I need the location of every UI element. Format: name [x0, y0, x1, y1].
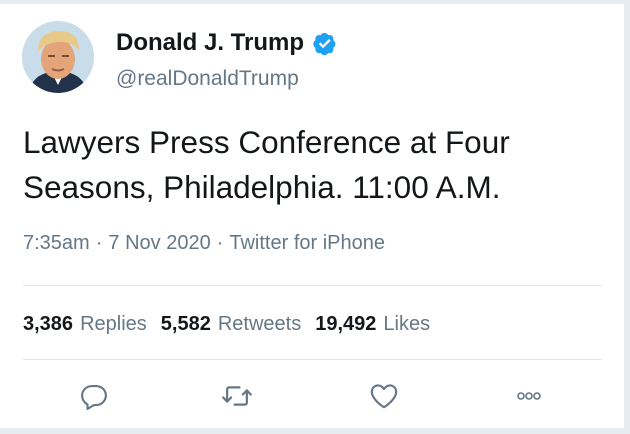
avatar-image	[22, 21, 94, 93]
retweet-icon	[222, 386, 252, 406]
tweet-card: Donald J. Trump @realDonaldTrump Lawyers…	[0, 4, 625, 428]
username-handle[interactable]: @realDonaldTrump	[116, 67, 299, 91]
tweet-source[interactable]: Twitter for iPhone	[229, 232, 385, 254]
more-options-icon	[517, 392, 541, 400]
tweet-text: Lawyers Press Conference at Four Seasons…	[23, 124, 510, 205]
more-options-button[interactable]	[511, 378, 547, 414]
replies-count[interactable]: 3,386	[23, 313, 73, 336]
reply-icon	[81, 384, 107, 411]
divider	[23, 359, 602, 360]
like-heart-icon	[370, 384, 398, 409]
reply-button[interactable]	[76, 378, 112, 414]
like-button[interactable]	[366, 378, 402, 414]
avatar[interactable]	[22, 21, 94, 93]
divider	[23, 285, 602, 286]
tweet-actions-bar	[0, 378, 624, 414]
engagement-stats: 3,386 Replies 5,582 Retweets 19,492 Like…	[23, 313, 444, 336]
replies-label[interactable]: Replies	[80, 313, 147, 336]
tweet-time[interactable]: 7:35am	[23, 232, 90, 254]
likes-count[interactable]: 19,492	[315, 313, 376, 336]
author-name-row: Donald J. Trump	[116, 28, 337, 58]
tweet-metadata: 7:35am · 7 Nov 2020 · Twitter for iPhone	[23, 232, 385, 255]
meta-separator: ·	[95, 232, 103, 254]
tweet-date[interactable]: 7 Nov 2020	[108, 232, 210, 254]
retweet-button[interactable]	[219, 378, 255, 414]
display-name[interactable]: Donald J. Trump	[116, 29, 304, 57]
likes-label[interactable]: Likes	[383, 313, 430, 336]
meta-separator: ·	[216, 232, 224, 254]
retweets-label[interactable]: Retweets	[218, 313, 301, 336]
retweets-count[interactable]: 5,582	[161, 313, 211, 336]
verified-badge-icon	[312, 31, 337, 56]
